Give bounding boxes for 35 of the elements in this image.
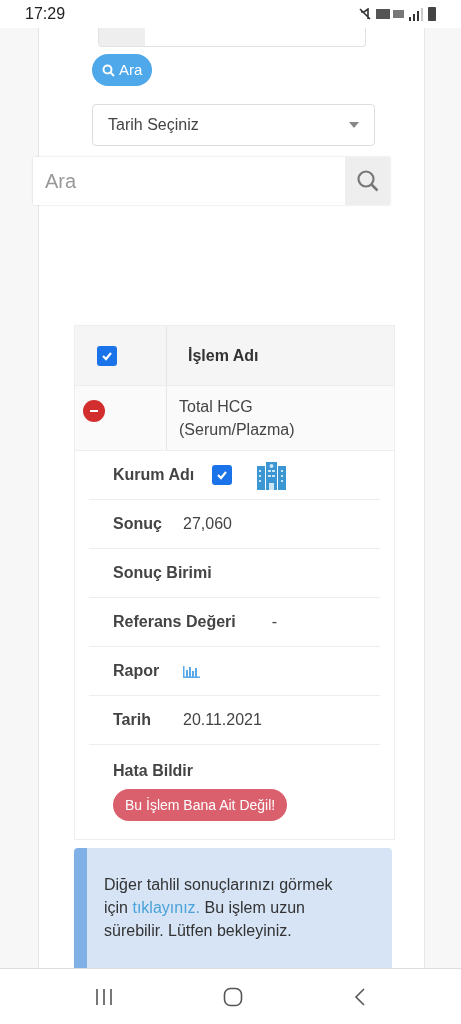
- checkbox[interactable]: [97, 345, 117, 366]
- detail-label: Kurum Adı: [113, 465, 195, 485]
- detail-label: Hata Bildir: [113, 762, 193, 779]
- detail-value: 27,060: [183, 514, 233, 534]
- detail-label: Tarih: [113, 710, 151, 730]
- date-select[interactable]: Tarih Seçiniz: [92, 104, 375, 146]
- checkbox[interactable]: [212, 465, 233, 485]
- detail-label: Rapor: [113, 661, 160, 681]
- search-icon: [102, 63, 115, 77]
- detail-value: -: [271, 612, 278, 632]
- detail-label: Sonuç: [113, 514, 162, 534]
- detail-label: Referans Değeri: [113, 612, 236, 632]
- bar-chart-icon[interactable]: [183, 664, 200, 678]
- table-cell-text: Total HCG (Serum/Plazma): [178, 397, 296, 440]
- search-icon: [355, 169, 380, 193]
- dropdown-arrow-icon: [349, 122, 359, 128]
- collapse-icon[interactable]: [83, 400, 105, 422]
- report-error-button[interactable]: Bu İşlem Bana Ait Değil!: [113, 789, 288, 821]
- detail-label: Sonuç Birimi: [113, 563, 212, 583]
- home-icon[interactable]: [223, 986, 244, 1007]
- click-link[interactable]: tıklayınız.: [132, 899, 201, 916]
- end-date-field[interactable]: [98, 28, 366, 47]
- recent-apps-icon[interactable]: [95, 987, 114, 1006]
- info-text: Diğer tahlil sonuçlarınızı görmek için tıklayınız. Bu işlem uzun sürebilir. Lütfen bekleyiniz.: [104, 875, 334, 941]
- battery-icon: [428, 7, 436, 21]
- detail-value: 20.11.2021: [183, 710, 263, 730]
- search-icon-button[interactable]: [345, 157, 390, 205]
- search-field[interactable]: Ara: [33, 157, 345, 205]
- search-button[interactable]: Ara: [92, 54, 153, 86]
- clock: 17:29: [25, 4, 66, 24]
- network-indicator-icon: [376, 9, 404, 19]
- signal-icon: [409, 7, 423, 21]
- back-icon[interactable]: [353, 987, 366, 1006]
- mute-icon: [359, 8, 371, 20]
- column-header: İşlem Adı: [187, 345, 259, 366]
